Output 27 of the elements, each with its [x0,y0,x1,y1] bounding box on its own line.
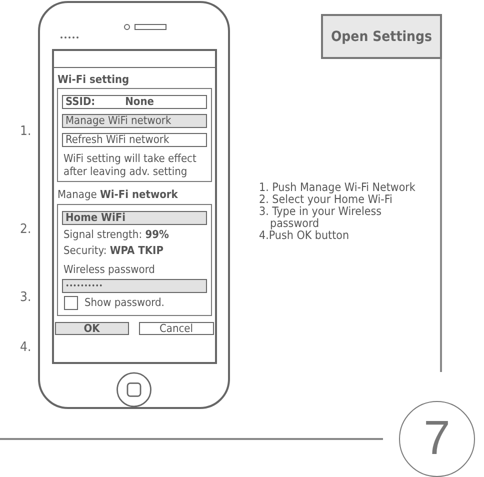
step-number: 2. [20,222,32,237]
open-settings-button[interactable]: Open Settings [321,14,442,59]
note-text: WiFi setting will take effect after leaving adv. setting [62,152,198,178]
manage-title: Manage Wi-Fi network [56,186,179,203]
section-title: Wi-Fi setting [56,72,130,88]
checkbox[interactable] [64,296,78,310]
step-number: 3. [20,290,32,305]
ssid-value: None [125,96,154,108]
dialog-button[interactable]: Cancel [139,322,214,335]
instruction-step: 2. Select your Home Wi-Fi [259,193,420,205]
signal-text: Signal strength: 99% [62,228,170,241]
instruction-step: 4.Push OK button [259,229,420,241]
step-number: 1. [20,124,32,139]
instruction-step: 1. Push Manage Wi-Fi Network [259,181,420,193]
network-button[interactable]: Manage WiFi network [62,114,206,128]
password-label: Wireless password [62,262,156,276]
page-number: 7 [399,400,475,476]
instruction-step: 3. Type in your Wireless password [259,205,420,229]
checkbox-label: Show password. [84,296,164,310]
speaker-icon [123,23,167,31]
dialog-button[interactable]: OK [54,322,129,335]
security-text: Security: WPA TKIP [62,244,164,257]
step-number: 4. [20,340,32,355]
network-button[interactable]: Refresh WiFi network [62,132,206,147]
network-item[interactable]: Home WiFi [62,210,206,225]
ssid-label: SSID: [66,96,96,108]
signal-dots-icon [60,36,80,39]
